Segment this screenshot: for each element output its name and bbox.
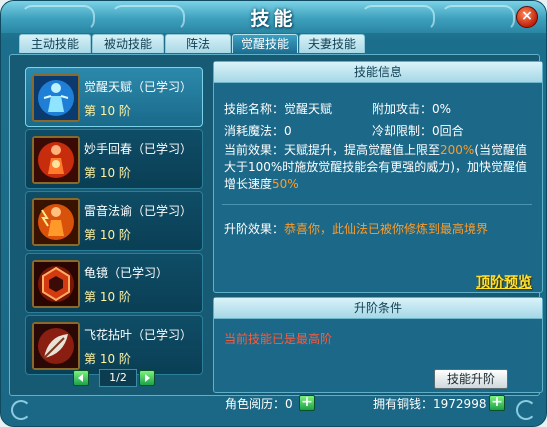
page-indicator: 1/2	[99, 369, 137, 387]
skill-level: 第 10 阶	[84, 290, 131, 304]
experience-label: 角色阅历：	[225, 397, 286, 411]
skill-name-label: 技能名称：	[224, 102, 285, 116]
requirements-text: 当前技能已是最高阶	[224, 332, 333, 346]
skill-name: 雷音法谕（已学习）	[84, 204, 193, 218]
skill-level: 第 10 阶	[84, 228, 131, 242]
status-bar: 角色阅历：0 + 拥有铜钱：1972998 +	[221, 394, 531, 412]
skill-level: 第 10 阶	[84, 104, 131, 118]
healing-figure-icon	[32, 136, 80, 184]
add-experience-button[interactable]: +	[299, 395, 315, 411]
thunder-figure-icon	[32, 198, 80, 246]
extra-attack-label: 附加攻击：	[372, 102, 433, 116]
skill-level: 第 10 阶	[84, 166, 131, 180]
skill-upgrade-button[interactable]: 技能升阶	[434, 369, 508, 389]
growth-speed-value: 50%	[272, 177, 299, 191]
upgrade-effect-label: 升阶效果：	[224, 222, 285, 236]
money-stat: 拥有铜钱：1972998	[373, 395, 486, 412]
skill-list: 觉醒天赋（已学习） 第 10 阶 妙手回春（已学习） 第 10 阶 雷音法谕（已…	[21, 61, 203, 391]
tab-formation[interactable]: 阵法	[165, 34, 231, 53]
skill-name-value: 觉醒天赋	[284, 102, 333, 116]
corner-swirl-ornament	[516, 400, 536, 420]
skill-item-turtle-mirror[interactable]: 龟镜（已学习） 第 10 阶	[25, 253, 203, 313]
turtle-mirror-icon	[32, 260, 80, 308]
money-value: 1972998	[433, 397, 487, 411]
skill-item-healing[interactable]: 妙手回春（已学习） 第 10 阶	[25, 129, 203, 189]
title-bar[interactable]: 技能 ×	[1, 1, 546, 33]
corner-swirl-ornament	[11, 400, 31, 420]
cooldown-value: 0回合	[432, 124, 464, 138]
experience-value: 0	[285, 397, 293, 411]
upgrade-effect-value: 恭喜你，此仙法已被你修炼到最高境界	[284, 222, 489, 236]
extra-attack-row: 附加攻击：0%	[372, 100, 451, 117]
skill-info-panel: 技能信息 技能名称：觉醒天赋 附加攻击：0% 消耗魔法：0 冷却限制：0回合 当…	[213, 61, 543, 293]
experience-stat: 角色阅历：0	[225, 395, 293, 412]
awakening-cap-value: 200%	[440, 143, 475, 157]
skill-name: 觉醒天赋（已学习）	[84, 80, 193, 94]
mana-cost-value: 0	[284, 124, 292, 138]
awakening-figure-icon	[32, 74, 80, 122]
skills-window: 技能 × 主动技能 被动技能 阵法 觉醒技能 夫妻技能 觉醒天赋（已学习） 第 …	[0, 0, 547, 427]
skill-level: 第 10 阶	[84, 352, 131, 366]
extra-attack-value: 0%	[432, 102, 452, 116]
skill-info-header: 技能信息	[214, 62, 542, 83]
skill-item-flying-leaf[interactable]: 飞花拈叶（已学习） 第 10 阶	[25, 315, 203, 375]
tab-couple-skills[interactable]: 夫妻技能	[299, 34, 365, 53]
window-title: 技能	[250, 8, 297, 30]
flying-leaf-icon	[32, 322, 80, 370]
tab-passive-skills[interactable]: 被动技能	[92, 34, 164, 53]
next-page-button[interactable]	[139, 370, 155, 386]
skill-name: 妙手回春（已学习）	[84, 142, 193, 156]
close-icon[interactable]: ×	[516, 6, 538, 28]
skill-item-awakening[interactable]: 觉醒天赋（已学习） 第 10 阶	[25, 67, 203, 127]
cooldown-label: 冷却限制：	[372, 124, 433, 138]
skill-name: 龟镜（已学习）	[84, 266, 169, 280]
current-effect-text: 天赋提升，提高觉醒值上限至	[284, 143, 441, 157]
divider	[222, 204, 532, 205]
upgrade-effect-row: 升阶效果：恭喜你，此仙法已被你修炼到最高境界	[224, 220, 488, 237]
add-money-button[interactable]: +	[489, 395, 505, 411]
tab-awakening-skills[interactable]: 觉醒技能	[232, 34, 298, 53]
arrow-left-icon	[78, 374, 83, 382]
top-tier-preview-link[interactable]: 顶阶预览	[476, 272, 532, 292]
arrow-right-icon	[145, 374, 150, 382]
current-effect-label: 当前效果：	[224, 143, 285, 157]
cooldown-row: 冷却限制：0回合	[372, 122, 464, 139]
skill-name-row: 技能名称：觉醒天赋	[224, 100, 332, 117]
requirements-header: 升阶条件	[214, 298, 542, 319]
money-label: 拥有铜钱：	[373, 397, 434, 411]
skill-item-thunder[interactable]: 雷音法谕（已学习） 第 10 阶	[25, 191, 203, 251]
upgrade-requirements-panel: 升阶条件 当前技能已是最高阶 技能升阶	[213, 297, 543, 393]
mana-cost-label: 消耗魔法：	[224, 124, 285, 138]
prev-page-button[interactable]	[73, 370, 89, 386]
tab-active-skills[interactable]: 主动技能	[19, 34, 91, 53]
skill-name: 飞花拈叶（已学习）	[84, 328, 193, 342]
mana-cost-row: 消耗魔法：0	[224, 122, 292, 139]
current-effect: 当前效果：天赋提升，提高觉醒值上限至200%(当觉醒值大于100%时施放觉醒技能…	[224, 142, 534, 193]
